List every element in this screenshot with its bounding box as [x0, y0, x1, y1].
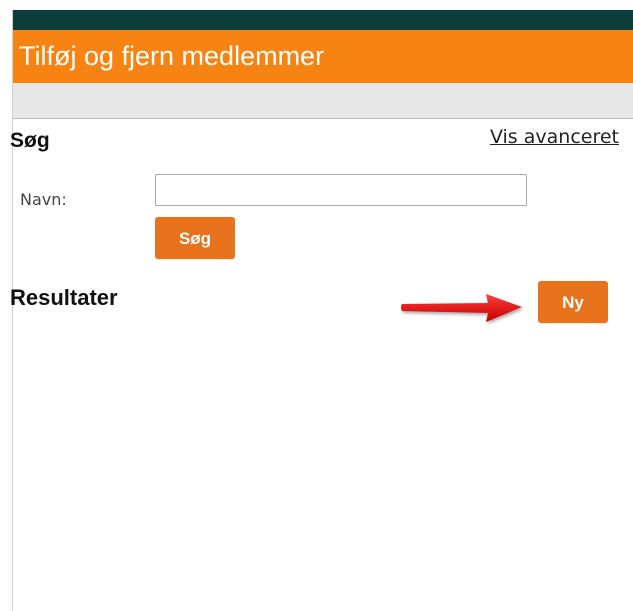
- search-button[interactable]: Søg: [155, 217, 235, 259]
- show-advanced-link[interactable]: Vis avanceret: [490, 126, 619, 148]
- top-bar: [13, 10, 633, 30]
- red-arrow-right-icon: [401, 294, 522, 322]
- search-section-title: Søg: [10, 129, 50, 152]
- dialog-title: Tilføj og fjern medlemmer: [13, 30, 633, 83]
- results-section-title: Resultater: [10, 285, 118, 310]
- new-button[interactable]: Ny: [538, 281, 608, 323]
- name-input[interactable]: [155, 174, 527, 206]
- toolbar: [13, 83, 633, 119]
- app-window: Tilføj og fjern medlemmer Søg Vis avance…: [0, 0, 633, 611]
- name-label: Navn:: [20, 190, 67, 209]
